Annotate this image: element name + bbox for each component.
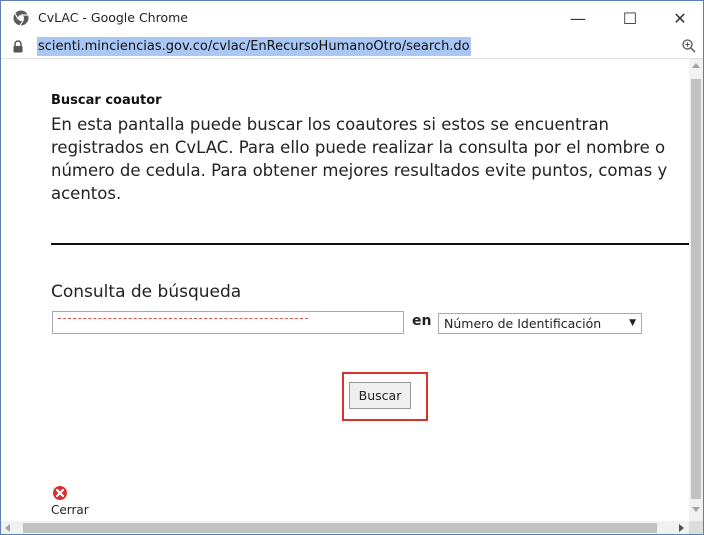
search-by-selected-value: Número de Identificación	[444, 316, 602, 331]
vertical-scrollbar[interactable]	[689, 59, 703, 521]
window-title: CvLAC - Google Chrome	[38, 10, 188, 25]
divider	[51, 243, 689, 245]
scroll-down-arrow-icon[interactable]	[692, 507, 700, 512]
close-circle-icon[interactable]	[52, 485, 68, 501]
chrome-app-icon	[13, 10, 29, 26]
lock-icon[interactable]	[12, 40, 24, 53]
address-bar[interactable]: scienti.minciencias.gov.co/cvlac/EnRecur…	[1, 35, 703, 59]
maximize-icon: ☐	[622, 8, 638, 28]
minimize-button[interactable]: —	[555, 1, 601, 35]
zoom-icon[interactable]	[681, 38, 697, 54]
browser-window: CvLAC - Google Chrome — ☐ ✕ scienti.minc…	[0, 0, 704, 535]
close-icon: ✕	[673, 8, 687, 28]
scrollbar-corner	[689, 521, 703, 534]
vertical-scroll-thumb[interactable]	[691, 79, 701, 499]
search-input[interactable]	[52, 311, 404, 334]
scroll-left-arrow-icon[interactable]	[5, 524, 10, 532]
scroll-up-arrow-icon[interactable]	[692, 63, 700, 68]
url-text[interactable]: scienti.minciencias.gov.co/cvlac/EnRecur…	[37, 37, 471, 56]
dropdown-arrow-icon: ▼	[629, 318, 636, 328]
title-bar: CvLAC - Google Chrome — ☐ ✕	[1, 1, 703, 35]
page-content: Buscar coautor En esta pantalla puede bu…	[1, 59, 689, 521]
close-window-button[interactable]: ✕	[657, 1, 703, 35]
scroll-right-arrow-icon[interactable]	[679, 524, 684, 532]
horizontal-scrollbar[interactable]	[1, 521, 689, 534]
search-by-select[interactable]: Número de Identificación ▼	[438, 313, 642, 334]
page-description: En esta pantalla puede buscar los coauto…	[51, 115, 668, 203]
en-label: en	[412, 313, 432, 329]
horizontal-scroll-thumb[interactable]	[23, 523, 657, 533]
page-heading: Buscar coautor	[51, 93, 162, 108]
minimize-icon: —	[570, 8, 586, 28]
search-button[interactable]: Buscar	[349, 382, 411, 409]
input-validation-underline	[58, 318, 308, 319]
close-label[interactable]: Cerrar	[51, 503, 89, 517]
close-link[interactable]: Cerrar	[51, 485, 95, 521]
query-label: Consulta de búsqueda	[51, 282, 242, 302]
maximize-button[interactable]: ☐	[607, 1, 653, 35]
